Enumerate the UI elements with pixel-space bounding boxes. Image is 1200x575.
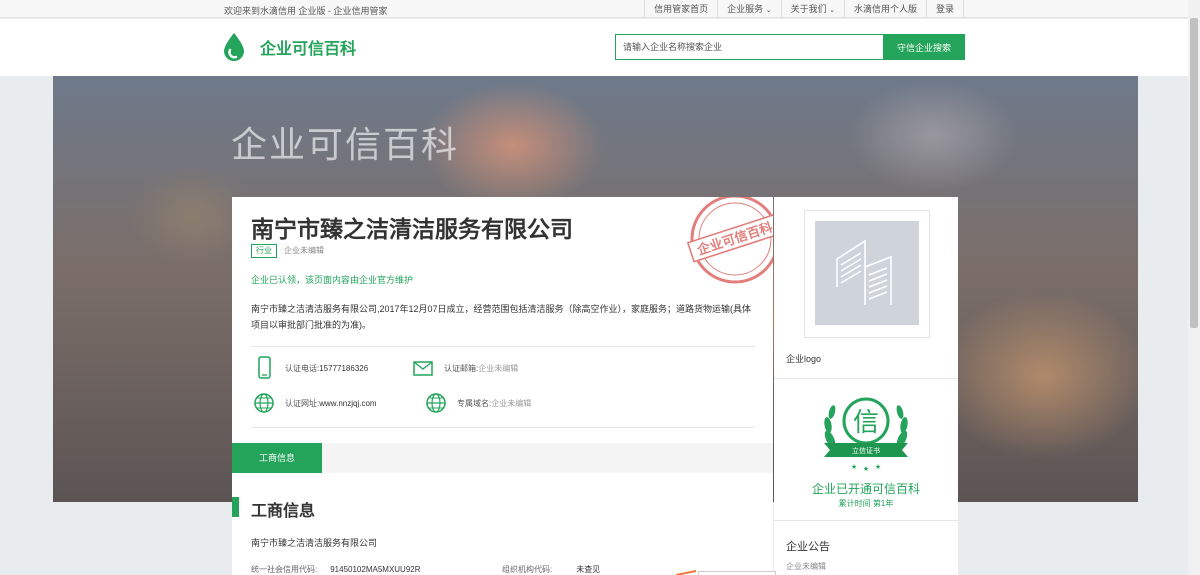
arrow-icon xyxy=(676,570,697,575)
section-marker xyxy=(232,497,239,517)
scrollbar-thumb[interactable] xyxy=(1190,18,1198,328)
divider xyxy=(251,427,755,428)
nav-login[interactable]: 登录 xyxy=(925,0,964,18)
nav-credit-home[interactable]: 信用管家首页 xyxy=(644,0,717,18)
svg-text:★: ★ xyxy=(875,463,881,471)
email-value: 企业未编辑 xyxy=(478,363,519,373)
tab-business-info[interactable]: 工商信息 xyxy=(232,443,322,473)
certified-notice: 企业已认领，该页面内容由企业官方维护 xyxy=(251,275,414,285)
website-link[interactable]: www.nnzjqj.com xyxy=(319,399,376,408)
search-bar: 守信企业搜索 xyxy=(615,34,965,60)
globe-icon xyxy=(254,393,274,413)
top-nav: 信用管家首页 企业服务 ⌄ 关于我们 ⌄ 水滴信用个人版 登录 xyxy=(644,0,964,18)
domain-value: 企业未编辑 xyxy=(491,398,532,408)
nav-personal-edition[interactable]: 水滴信用个人版 xyxy=(843,0,926,18)
water-drop-icon xyxy=(224,33,244,61)
phone-icon xyxy=(258,356,271,379)
site-logo[interactable]: 企业可信百科 xyxy=(222,32,356,62)
section-title: 工商信息 xyxy=(251,503,316,520)
search-button[interactable]: 守信企业搜索 xyxy=(883,34,965,60)
credit-stamp-icon: 企业可信百科 xyxy=(687,197,773,284)
brand-name: 企业可信百科 xyxy=(260,41,357,58)
site-header: 企业可信百科 守信企业搜索 xyxy=(0,19,1188,76)
company-logo-frame xyxy=(804,210,930,338)
welcome-text: 欢迎来到水滴信用 企业版 - 企业信用管家 xyxy=(224,6,388,16)
svg-text:★: ★ xyxy=(863,465,869,473)
badge-label: 立信证书 xyxy=(852,446,880,455)
nav-about-us[interactable]: 关于我们 ⌄ xyxy=(780,0,844,18)
mail-icon xyxy=(413,361,433,376)
org-code-row: 组织机构代码: 未查见 xyxy=(502,565,601,574)
divider xyxy=(251,346,755,347)
industry-value: 企业未编辑 xyxy=(284,246,324,255)
globe-icon xyxy=(426,393,446,413)
phone-value: 15777186326 xyxy=(319,363,369,373)
chevron-down-icon: ⌄ xyxy=(829,7,835,14)
notice-value: 企业未编辑 xyxy=(786,562,826,571)
email-row: 认证邮箱: 企业未编辑 xyxy=(412,356,518,380)
company-name: 南宁市臻之洁清洁服务有限公司 xyxy=(251,216,573,242)
company-card: 南宁市臻之洁清洁服务有限公司 行业 企业未编辑 企业已认领，该页面内容由企业官方… xyxy=(232,197,773,575)
notice-title: 企业公告 xyxy=(786,541,830,553)
company-description: 南宁市臻之洁清洁服务有限公司,2017年12月07日成立，经营范围包括清洁服务（… xyxy=(251,304,752,330)
industry-tag: 行业 xyxy=(251,244,277,258)
baike-duration: 累计时间 第1年 xyxy=(838,499,894,508)
tab-bar: 工商信息 xyxy=(232,443,773,473)
popup-edge xyxy=(698,571,776,575)
divider xyxy=(774,378,958,379)
baike-opened-text: 企业已开通可信百科 xyxy=(811,482,920,496)
chevron-down-icon: ⌄ xyxy=(765,7,772,14)
credit-code-value: 91450102MA5MXUU92R xyxy=(330,565,421,574)
divider xyxy=(774,520,958,521)
svg-text:★: ★ xyxy=(851,463,857,471)
building-icon xyxy=(836,239,892,305)
org-code-value: 未查见 xyxy=(576,565,601,574)
top-bar: 欢迎来到水滴信用 企业版 - 企业信用管家 信用管家首页 企业服务 ⌄ 关于我们… xyxy=(0,0,1188,18)
page-scrollbar[interactable] xyxy=(1188,0,1200,575)
company-logo-label: 企业logo xyxy=(786,354,822,364)
nav-enterprise-services[interactable]: 企业服务 ⌄ xyxy=(717,0,780,18)
sidebar: 企业logo 信 立信证书 ★ ★ ★ 企业已开通可信百科 累计时间 第1年 企业公… xyxy=(774,197,958,575)
phone-row: 认证电话: 15777186326 xyxy=(253,356,368,380)
business-company-name: 南宁市臻之洁清洁服务有限公司 xyxy=(251,538,378,548)
website-row: 认证网址: www.nnzjqj.com xyxy=(253,391,377,415)
trust-badge-icon: 信 立信证书 ★ ★ ★ xyxy=(824,397,908,473)
hero-title: 企业可信百科 xyxy=(231,124,460,165)
domain-row: 专属域名: 企业未编辑 xyxy=(425,391,531,415)
company-logo-placeholder xyxy=(815,221,919,325)
credit-code-row: 统一社会信用代码: 91450102MA5MXUU92R xyxy=(251,565,421,574)
search-input[interactable] xyxy=(615,34,883,60)
badge-char: 信 xyxy=(853,408,879,438)
